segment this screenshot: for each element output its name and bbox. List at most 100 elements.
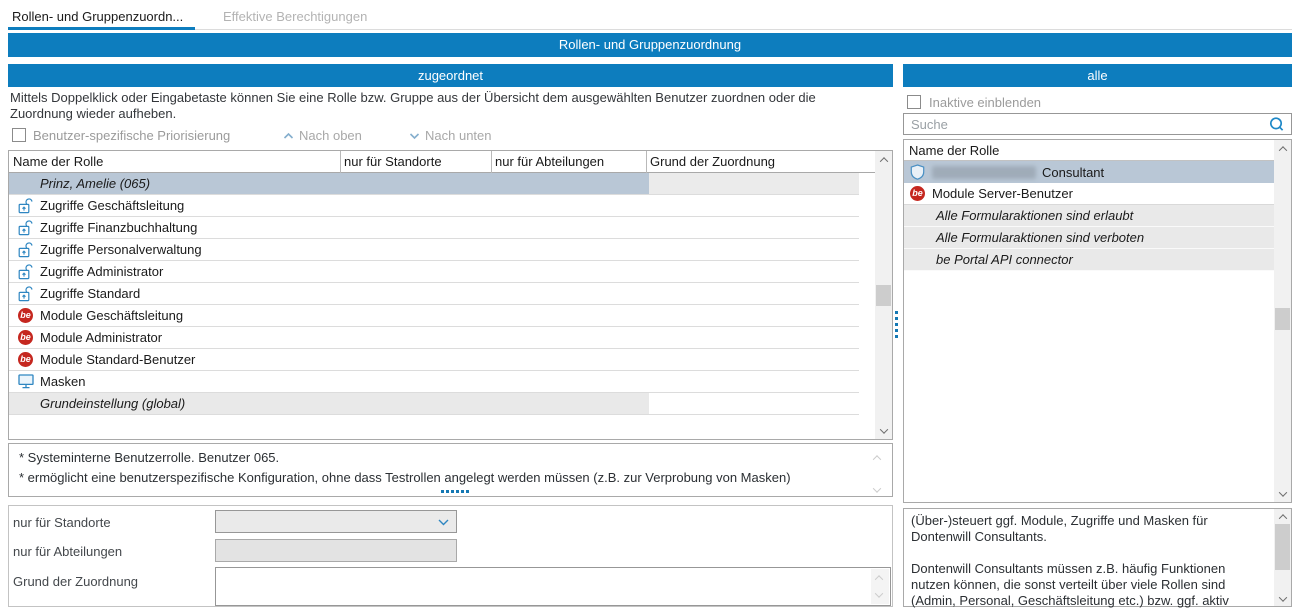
- row-label: Consultant: [1042, 165, 1104, 180]
- row-label: Zugriffe Standard: [40, 283, 140, 304]
- table-row[interactable]: Zugriffe Finanzbuchhaltung: [9, 217, 859, 239]
- search-field-wrap: [903, 113, 1292, 135]
- tab-rollen-gruppenzuordnung[interactable]: Rollen- und Gruppenzuordn...: [12, 6, 183, 28]
- role-info-box: * Systeminterne Benutzerrolle. Benutzer …: [8, 443, 893, 497]
- tab-effektive-berechtigungen[interactable]: Effektive Berechtigungen: [223, 6, 367, 28]
- tab-bar-divider: [8, 29, 1292, 30]
- be-icon: be: [18, 308, 34, 324]
- row-label: Masken: [40, 371, 86, 392]
- row-label: Module Server-Benutzer: [932, 186, 1073, 201]
- list-item[interactable]: Consultant: [904, 161, 1274, 183]
- table-row[interactable]: beModule Administrator: [9, 327, 859, 349]
- table-row[interactable]: Zugriffe Personalverwaltung: [9, 239, 859, 261]
- row-label: Grundeinstellung (global): [40, 393, 185, 414]
- column-separator: [491, 151, 492, 173]
- row-label: be Portal API connector: [936, 252, 1073, 267]
- lock-open-icon: [18, 220, 34, 236]
- chevron-down-icon: [438, 519, 449, 526]
- column-header-nur-fuer-abteilungen[interactable]: nur für Abteilungen: [495, 151, 604, 172]
- lock-open-icon: [18, 264, 34, 280]
- scrollbar-thumb[interactable]: [1275, 524, 1290, 570]
- scroll-up-icon[interactable]: [875, 575, 883, 583]
- list-item[interactable]: beModule Server-Benutzer: [904, 183, 1274, 205]
- lock-open-icon: [18, 198, 34, 214]
- inaktive-einblenden-checkbox[interactable]: [907, 95, 921, 109]
- scroll-up-icon[interactable]: [1274, 509, 1291, 524]
- scrollbar-thumb[interactable]: [1275, 308, 1290, 330]
- row-label: Alle Formularaktionen sind erlaubt: [936, 208, 1133, 223]
- scroll-up-icon[interactable]: [870, 449, 884, 459]
- abteilungen-field-label: nur für Abteilungen: [13, 544, 122, 559]
- column-separator: [646, 151, 647, 173]
- benutzer-priorisierung-label: Benutzer-spezifische Priorisierung: [33, 128, 230, 143]
- page-title: Rollen- und Gruppenzuordnung: [8, 33, 1292, 57]
- redacted-text: [932, 166, 1036, 179]
- table-row[interactable]: be Module Geschäftsleitung: [9, 305, 859, 327]
- list-item[interactable]: Alle Formularaktionen sind erlaubt: [904, 205, 1274, 227]
- list-item[interactable]: Alle Formularaktionen sind verboten: [904, 227, 1274, 249]
- horizontal-splitter[interactable]: [441, 490, 469, 493]
- chevron-down-icon: [409, 132, 420, 140]
- all-roles-list: Name der Rolle Consultant beModule Server…: [903, 139, 1292, 503]
- list-scrollbar[interactable]: [1274, 140, 1291, 502]
- row-label: Module Standard-Benutzer: [40, 349, 195, 370]
- table-row[interactable]: Zugriffe Administrator: [9, 261, 859, 283]
- table-row[interactable]: Zugriffe Geschäftsleitung: [9, 195, 859, 217]
- description-scrollbar[interactable]: [1274, 509, 1291, 606]
- footnote-line: * Systeminterne Benutzerrolle. Benutzer …: [19, 448, 862, 468]
- grund-der-zuordnung-textarea[interactable]: [215, 567, 891, 606]
- scrollbar-thumb[interactable]: [876, 285, 891, 306]
- table-row[interactable]: Zugriffe Standard: [9, 283, 859, 305]
- be-icon: be: [18, 330, 34, 346]
- textarea-scrollbar[interactable]: [871, 569, 889, 604]
- footnote-line: * ermöglicht eine benutzerspezifische Ko…: [19, 468, 862, 488]
- table-row[interactable]: beModule Standard-Benutzer: [9, 349, 859, 371]
- nach-oben-label: Nach oben: [299, 128, 362, 143]
- row-label: Prinz, Amelie (065): [40, 173, 150, 194]
- table-header-row: Name der Rolle nur für Standorte nur für…: [9, 151, 892, 173]
- scroll-down-icon[interactable]: [870, 481, 884, 491]
- abteilungen-field[interactable]: [215, 539, 457, 562]
- assigned-roles-table: Name der Rolle nur für Standorte nur für…: [8, 150, 893, 440]
- row-label: Alle Formularaktionen sind verboten: [936, 230, 1144, 245]
- standorte-dropdown[interactable]: [215, 510, 457, 533]
- table-row[interactable]: Masken: [9, 371, 859, 393]
- scroll-up-icon[interactable]: [1274, 141, 1291, 156]
- column-separator: [340, 151, 341, 173]
- inaktive-einblenden-label: Inaktive einblenden: [929, 95, 1041, 110]
- lock-open-icon: [18, 242, 34, 258]
- scroll-down-icon[interactable]: [1274, 591, 1291, 606]
- table-scrollbar[interactable]: [875, 151, 892, 439]
- column-header-name-der-rolle[interactable]: Name der Rolle: [13, 151, 103, 172]
- scroll-down-icon[interactable]: [1274, 486, 1291, 501]
- active-tab-underline: [8, 27, 195, 30]
- row-label: Module Geschäftsleitung: [40, 305, 183, 326]
- nach-oben-button[interactable]: Nach oben: [283, 127, 362, 143]
- list-header-name-der-rolle[interactable]: Name der Rolle: [904, 140, 1274, 161]
- role-description-box: (Über-)steuert ggf. Module, Zugriffe und…: [903, 508, 1292, 607]
- rollen-gruppenzuordnung-window: Rollen- und Gruppenzuordn... Effektive B…: [0, 0, 1298, 610]
- column-header-nur-fuer-standorte[interactable]: nur für Standorte: [344, 151, 442, 172]
- search-icon[interactable]: [1268, 116, 1285, 136]
- chevron-up-icon: [283, 132, 294, 140]
- row-label: Zugriffe Finanzbuchhaltung: [40, 217, 197, 238]
- scroll-down-icon[interactable]: [875, 423, 892, 438]
- table-row[interactable]: Grundeinstellung (global): [9, 393, 859, 415]
- nach-unten-label: Nach unten: [425, 128, 492, 143]
- list-item[interactable]: be Portal API connector: [904, 249, 1274, 271]
- standorte-field-label: nur für Standorte: [13, 515, 111, 530]
- search-input[interactable]: [903, 113, 1292, 135]
- grund-field-label: Grund der Zuordnung: [13, 574, 138, 589]
- benutzer-priorisierung-checkbox[interactable]: [12, 128, 26, 142]
- shield-icon: [910, 164, 926, 180]
- scroll-up-icon[interactable]: [875, 152, 892, 167]
- vertical-splitter[interactable]: [895, 311, 898, 338]
- right-panel-header: alle: [903, 64, 1292, 87]
- scroll-down-icon[interactable]: [875, 589, 883, 597]
- column-header-grund-der-zuordnung[interactable]: Grund der Zuordnung: [650, 151, 775, 172]
- nach-unten-button[interactable]: Nach unten: [409, 127, 492, 143]
- footnote-lines: * Systeminterne Benutzerrolle. Benutzer …: [19, 448, 862, 488]
- row-label: Zugriffe Geschäftsleitung: [40, 195, 184, 216]
- table-row[interactable]: Prinz, Amelie (065): [9, 173, 859, 195]
- role-description-text: (Über-)steuert ggf. Module, Zugriffe und…: [911, 513, 1266, 610]
